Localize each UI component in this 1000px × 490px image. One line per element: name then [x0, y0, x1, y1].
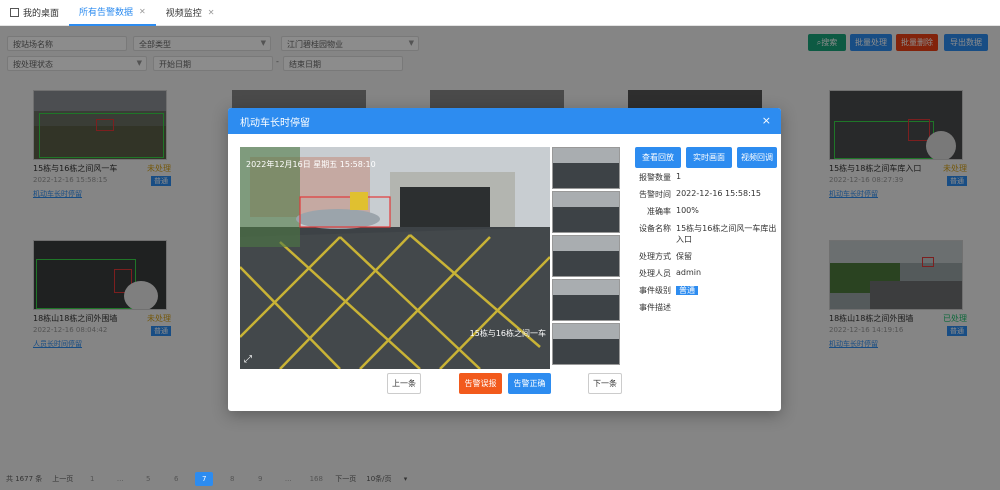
label: 设备名称 [639, 224, 671, 233]
tab-all-alarms[interactable]: 所有告警数据 ✕ [69, 0, 156, 26]
tab-label: 我的桌面 [23, 9, 60, 19]
value: 2022-12-16 15:58:15 [676, 189, 761, 198]
button-label: 上一条 [392, 379, 416, 388]
label: 事件描述 [639, 303, 671, 312]
tab-bar: 我的桌面 所有告警数据 ✕ 视频监控 ✕ [0, 0, 1000, 26]
prev-alarm-button[interactable]: 上一条 [387, 373, 421, 394]
home-icon [10, 8, 19, 17]
total-count: 共 1677 条 [6, 475, 43, 483]
tab-label: 所有告警数据 [79, 8, 134, 18]
page-ellipsis[interactable]: ... [111, 472, 129, 486]
button-label: 告警正确 [513, 379, 546, 388]
button-label: 查看回放 [642, 153, 674, 162]
button-label: 下一条 [593, 379, 617, 388]
thumbnail-4[interactable] [552, 279, 620, 321]
label: 处理方式 [639, 252, 671, 261]
tab-label: 视频监控 [165, 9, 202, 19]
label: 准确率 [647, 207, 671, 216]
prev-page-button[interactable]: 上一页 [52, 474, 73, 484]
tab-desktop[interactable]: 我的桌面 [0, 0, 69, 26]
pagination: 共 1677 条 上一页 1 ... 5 6 7 8 9 ... 168 下一页… [0, 470, 1000, 488]
button-label: 视频回调 [741, 153, 773, 162]
close-icon[interactable]: × [762, 114, 771, 127]
value: 15栋与16栋之间风一车库出入口 [676, 224, 777, 244]
next-page-button[interactable]: 下一页 [335, 474, 356, 484]
chevron-down-icon: ▾ [403, 475, 408, 483]
close-icon[interactable]: ✕ [139, 7, 146, 16]
page-button[interactable]: 1 [83, 472, 101, 486]
selected-value: 10条/页 [366, 475, 392, 483]
thumbnail-3[interactable] [552, 235, 620, 277]
timestamp-overlay: 2022年12月16日 星期五 15:58:10 [246, 160, 376, 169]
record-button[interactable]: 视频回调 [737, 147, 777, 168]
tab-video[interactable]: 视频监控 ✕ [156, 0, 225, 26]
value: 保留 [676, 252, 692, 261]
value: 1 [676, 172, 682, 181]
modal-title: 机动车长时停留 [240, 117, 310, 129]
live-view-button[interactable]: 实时画面 [686, 147, 732, 168]
label: 事件级别 [639, 286, 671, 295]
page-size-select[interactable]: 10条/页 ▾ [366, 474, 417, 484]
fullscreen-icon[interactable]: ⤢ [244, 354, 252, 365]
view-playback-button[interactable]: 查看回放 [635, 147, 681, 168]
value [676, 302, 781, 313]
thumbnail-2[interactable] [552, 191, 620, 233]
page-ellipsis[interactable]: ... [279, 472, 297, 486]
camera-overlay: 15栋与16栋之间一车 [469, 329, 546, 338]
page-button[interactable]: 9 [251, 472, 269, 486]
page-button-current[interactable]: 7 [195, 472, 214, 486]
label: 处理人员 [639, 269, 671, 278]
false-alarm-button[interactable]: 告警误报 [459, 373, 502, 394]
button-label: 实时画面 [693, 153, 725, 162]
page-button[interactable]: 5 [139, 472, 157, 486]
page-button[interactable]: 8 [223, 472, 241, 486]
alarm-detail-modal: 机动车长时停留 × 2022年12月16日 星期五 15:58:10 15栋与1… [228, 108, 781, 411]
alarm-main-image[interactable]: 2022年12月16日 星期五 15:58:10 15栋与16栋之间一车 ⤢ [240, 147, 550, 369]
next-alarm-button[interactable]: 下一条 [588, 373, 622, 394]
alarm-info-panel: 报警数量 1 告警时间 2022-12-16 15:58:15 准确率 100% 设备… [633, 172, 781, 319]
close-icon[interactable]: ✕ [208, 8, 215, 17]
confirm-alarm-button[interactable]: 告警正确 [508, 373, 551, 394]
label: 告警时间 [639, 190, 671, 199]
label: 报警数量 [639, 173, 671, 182]
page-button[interactable]: 6 [167, 472, 185, 486]
thumbnail-5[interactable] [552, 323, 620, 365]
button-label: 告警误报 [464, 379, 497, 388]
modal-header: 机动车长时停留 × [228, 108, 781, 134]
value: 100% [676, 206, 699, 215]
level-badge: 普通 [676, 286, 698, 295]
value: admin [676, 268, 702, 277]
thumbnail-1[interactable] [552, 147, 620, 189]
page-button[interactable]: 168 [307, 472, 325, 486]
